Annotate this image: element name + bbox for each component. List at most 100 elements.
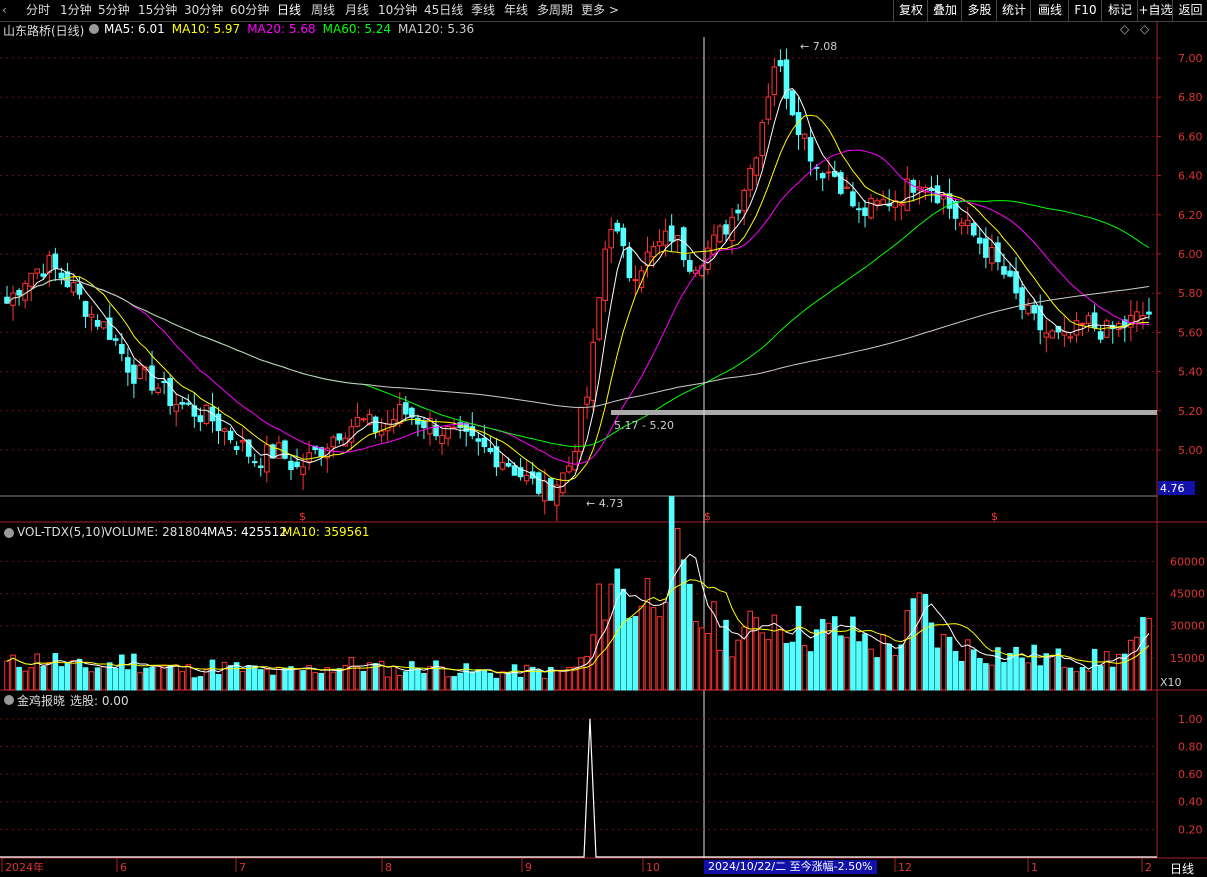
candle-body-177 [1073,320,1080,336]
volume-bar-1 [10,654,16,691]
volume-bar-79 [481,669,488,691]
volume-bar-131 [795,605,802,691]
candle-body-113 [686,260,693,272]
volume-bar-74 [451,676,457,691]
candle-body-127 [771,66,778,96]
vol-settings-icon[interactable] [3,527,15,539]
candle-body-15 [94,319,101,327]
candle-body-12 [76,283,83,295]
volume-bar-78 [475,669,482,691]
vol-ma5: MA5: 425512 [207,525,287,539]
volume-bar-41 [251,665,258,691]
candle-body-18 [112,338,119,341]
volume-bar-71 [433,660,439,691]
volume-bar-115 [699,627,705,691]
candle-body-142 [862,207,868,216]
volume-bar-177 [1073,671,1080,691]
high-label: ← 7.08 [800,40,837,53]
ma-legend-item-1: MA10: 5.97 [171,22,241,36]
volume-bar-85 [517,676,524,691]
candle-body-130 [789,90,796,116]
volume-bar-29 [179,671,186,691]
volume-bar-182 [1103,651,1110,691]
volume-bar-44 [270,674,276,691]
settings-circle-icon[interactable] [88,23,100,35]
candle-body-164 [995,242,1001,263]
volume-bar-45 [276,666,282,691]
candle-body-39 [239,440,246,443]
diamond-icon[interactable]: ◇ [1120,22,1129,36]
candle-body-87 [529,471,536,479]
price-tick-8: 5.40 [1178,366,1203,379]
x-tick-9: 2 [1145,861,1152,874]
candle-body-86 [523,474,530,482]
candle-body-89 [541,480,548,502]
price-tick-0: 7.00 [1178,52,1203,65]
volume-bar-159 [964,639,971,691]
low-label: ← 4.73 [586,497,623,510]
candle-body-48 [294,461,300,468]
candle-body-159 [964,219,971,227]
candle-body-66 [403,402,409,415]
volume-bar-34 [209,659,216,691]
candle-body-117 [711,234,717,255]
price-tick-9: 5.20 [1178,405,1203,418]
candle-body-2 [16,290,22,296]
volume-bar-55 [336,668,343,691]
volume-bar-64 [390,665,397,691]
volume-bar-178 [1079,667,1086,691]
stock-chart[interactable]: 7.00 6.80 6.60 6.40 6.20 6.00 5.80 5.60 5.40 5.20… [0,0,1207,874]
ma-legend-item-0: MA5: 6.01 [104,22,165,36]
collapse-icon[interactable]: ◇ [1140,22,1149,36]
x-tick-5: 10 [646,861,660,874]
volume-bar-185 [1122,653,1128,691]
volume-bar-59 [360,670,367,691]
volume-bar-70 [427,666,433,691]
candle-body-28 [173,403,179,412]
volume-bar-32 [197,676,204,691]
volume-bar-176 [1067,667,1074,691]
period-label[interactable]: 日线 [1170,860,1194,877]
candle-body-155 [940,195,947,200]
vol-tick-1: 45000 [1170,588,1205,601]
candle-body-94 [572,450,578,471]
volume-bar-7 [46,662,53,691]
candle-body-149 [904,178,911,211]
ind-settings-icon[interactable] [3,694,15,706]
volume-bar-147 [892,655,899,691]
candle-body-42 [257,465,264,469]
candle-body-141 [856,208,862,211]
volume-bar-127 [771,614,778,691]
candle-body-68 [415,417,421,425]
volume-bar-0 [4,660,10,691]
volume-bar-25 [155,665,161,691]
candle-body-148 [898,203,905,206]
ma-line-20 [6,149,1150,465]
volume-bar-4 [28,667,34,691]
candle-body-61 [372,416,379,433]
vol-ma-line-5 [6,553,1150,674]
volume-bar-171 [1037,665,1044,691]
volume-bar-106 [644,577,651,691]
ind-tick-0: 1.00 [1178,713,1203,726]
ma-line-5 [6,88,1150,489]
volume-bar-179 [1085,670,1092,691]
volume-bar-184 [1115,653,1122,691]
volume-bar-77 [469,671,476,691]
volume-bar-109 [662,601,669,691]
candle-body-14 [88,313,95,318]
vol-tick-0: 60000 [1170,555,1205,568]
candle-body-166 [1007,270,1013,277]
volume-bar-95 [578,657,584,691]
candle-body-19 [119,344,125,354]
x-tick-0: 2024年 [5,860,44,874]
volume-bar-46 [282,667,288,691]
volume-bar-58 [354,665,361,691]
candle-body-118 [717,225,723,243]
candle-body-74 [451,426,457,429]
volume-bar-161 [977,657,983,691]
volume-bar-105 [638,605,645,691]
candle-body-136 [825,171,832,174]
volume-bar-27 [167,665,173,691]
candle-body-140 [850,191,856,207]
